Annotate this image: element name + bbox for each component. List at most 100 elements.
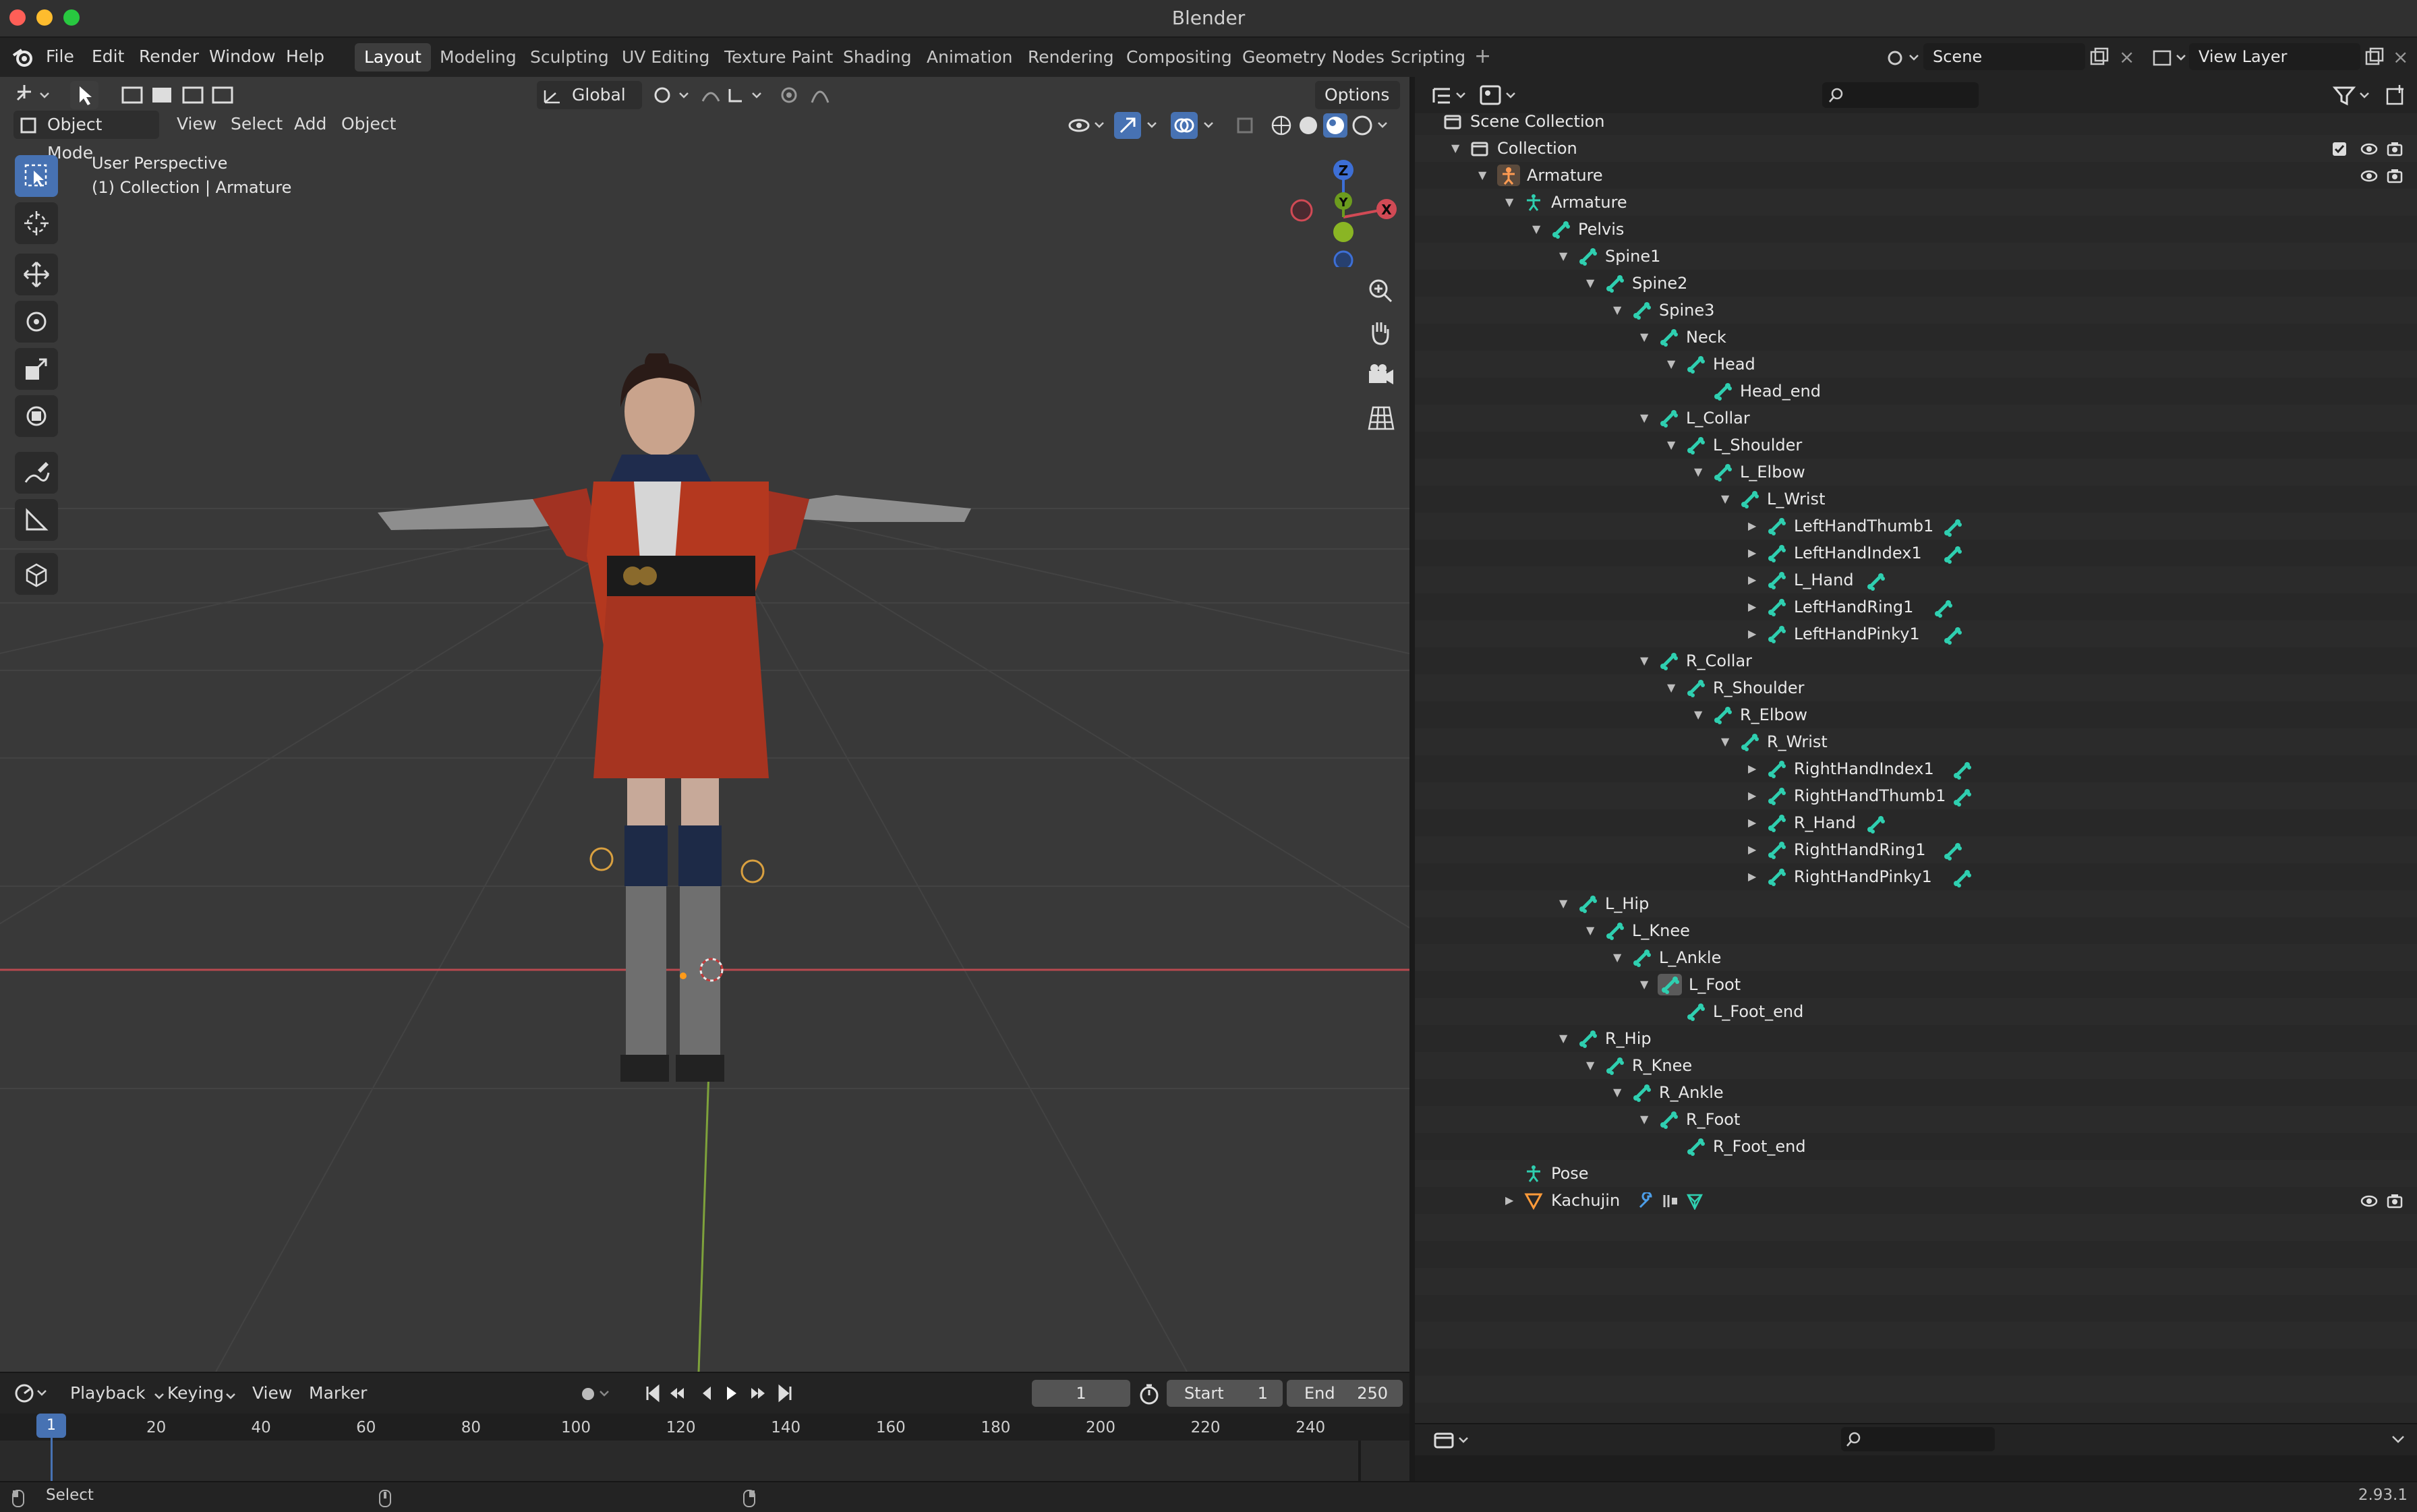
- collapse-arrow-icon[interactable]: ▼: [1478, 162, 1486, 189]
- viewport-menu-add[interactable]: Add: [294, 111, 326, 138]
- outliner-item[interactable]: ▶ RightHandThumb1: [1415, 782, 2417, 809]
- character-model[interactable]: [364, 353, 985, 1095]
- outliner-item[interactable]: ▶ RightHandRing1: [1415, 836, 2417, 863]
- playback-controls[interactable]: [641, 1380, 803, 1407]
- collapse-arrow-icon[interactable]: ▼: [1721, 728, 1729, 755]
- tab-layout[interactable]: Layout: [355, 43, 431, 71]
- navigation-gizmo[interactable]: Z X Y: [1279, 152, 1400, 267]
- outliner-tree[interactable]: Scene Collection ▼ Collection ▼ Armature ▼ Arm…: [1415, 108, 2417, 1423]
- collapse-arrow-icon[interactable]: ▼: [1640, 405, 1648, 432]
- display-mode-icon[interactable]: [1480, 84, 1523, 108]
- tab-rendering[interactable]: Rendering: [1018, 43, 1124, 71]
- tab-sculpting[interactable]: Sculpting: [521, 43, 618, 71]
- expand-arrow-icon[interactable]: ▶: [1748, 620, 1756, 647]
- properties-search-input[interactable]: [1841, 1427, 1995, 1451]
- select-box-tool[interactable]: [15, 155, 58, 197]
- outliner-item[interactable]: ▼ L_Hip: [1415, 890, 2417, 917]
- outliner-item[interactable]: ▶ LeftHandIndex1: [1415, 540, 2417, 566]
- outliner-item[interactable]: ▼ L_Foot: [1415, 971, 2417, 998]
- timeline-menu-view[interactable]: View: [252, 1380, 292, 1407]
- collapse-arrow-icon[interactable]: ▼: [1640, 1106, 1648, 1133]
- collapse-arrow-icon[interactable]: ▼: [1532, 216, 1540, 243]
- view-layer-name-field[interactable]: View Layer: [2189, 43, 2360, 70]
- render-camera-icon[interactable]: [2386, 140, 2404, 158]
- expand-arrow-icon[interactable]: ▶: [1748, 566, 1756, 593]
- tab-texture-paint[interactable]: Texture Paint: [715, 43, 842, 71]
- outliner-item[interactable]: L_Foot_end: [1415, 998, 2417, 1025]
- outliner-item[interactable]: ▼ R_Hip: [1415, 1025, 2417, 1052]
- tab-compositing[interactable]: Compositing: [1117, 43, 1242, 71]
- area-divider[interactable]: [1409, 77, 1415, 1481]
- collapse-arrow-icon[interactable]: ▼: [1694, 701, 1702, 728]
- gizmos-icon[interactable]: [1114, 112, 1161, 139]
- collapse-arrow-icon[interactable]: ▼: [1667, 432, 1675, 459]
- zoom-icon[interactable]: [1365, 275, 1397, 310]
- pivot-point-icon[interactable]: [650, 81, 697, 109]
- menu-window[interactable]: Window: [209, 43, 276, 70]
- outliner-item[interactable]: ▶ RightHandIndex1: [1415, 755, 2417, 782]
- outliner-item[interactable]: ▼ Armature: [1415, 162, 2417, 189]
- collapse-arrow-icon[interactable]: ▼: [1721, 486, 1729, 513]
- outliner-item[interactable]: Pose: [1415, 1160, 2417, 1187]
- render-camera-icon[interactable]: [2386, 167, 2404, 185]
- collapse-arrow-icon[interactable]: ▼: [1613, 944, 1621, 971]
- properties-editor-type-icon[interactable]: [1434, 1430, 1474, 1451]
- tab-modeling[interactable]: Modeling: [430, 43, 526, 71]
- visibility-eye-icon[interactable]: [2360, 1192, 2378, 1210]
- outliner-item[interactable]: ▼ R_Knee: [1415, 1052, 2417, 1079]
- collapse-arrow-icon[interactable]: ▼: [1667, 674, 1675, 701]
- timeline-editor-type-icon[interactable]: [12, 1380, 53, 1407]
- cursor-tool[interactable]: [15, 202, 58, 244]
- expand-arrow-icon[interactable]: ▶: [1748, 782, 1756, 809]
- outliner-item[interactable]: ▼ L_Knee: [1415, 917, 2417, 944]
- menu-render[interactable]: Render: [139, 43, 199, 70]
- collapse-arrow-icon[interactable]: ▼: [1586, 1052, 1594, 1079]
- collapse-arrow-icon[interactable]: ▼: [1694, 459, 1702, 486]
- collapse-arrow-icon[interactable]: ▼: [1451, 135, 1459, 162]
- collapse-arrow-icon[interactable]: ▼: [1586, 917, 1594, 944]
- expand-arrow-icon[interactable]: ▶: [1748, 755, 1756, 782]
- menu-help[interactable]: Help: [286, 43, 324, 70]
- viewport-menu-select[interactable]: Select: [231, 111, 283, 138]
- scene-name-field[interactable]: Scene: [1923, 43, 2085, 70]
- add-workspace-icon[interactable]: +: [1474, 43, 1491, 70]
- preview-range-icon[interactable]: [1137, 1383, 1161, 1408]
- tab-scripting[interactable]: Scripting: [1381, 43, 1475, 71]
- snap-icon[interactable]: [699, 81, 769, 109]
- outliner-item[interactable]: ▶ LeftHandRing1: [1415, 593, 2417, 620]
- outliner-item[interactable]: ▶ LeftHandThumb1: [1415, 513, 2417, 540]
- xray-icon[interactable]: [1235, 112, 1256, 139]
- outliner-item[interactable]: ▼ Head: [1415, 351, 2417, 378]
- collapse-arrow-icon[interactable]: ▼: [1586, 270, 1594, 297]
- collapse-arrow-icon[interactable]: ▼: [1559, 890, 1567, 917]
- outliner-item[interactable]: ▼ Spine1: [1415, 243, 2417, 270]
- overlays-icon[interactable]: [1171, 112, 1218, 139]
- outliner-item[interactable]: ▼ R_Foot: [1415, 1106, 2417, 1133]
- collapse-arrow-icon[interactable]: ▼: [1640, 971, 1648, 998]
- tab-geometry-nodes[interactable]: Geometry Nodes: [1233, 43, 1394, 71]
- outliner-item[interactable]: ▼ L_Shoulder: [1415, 432, 2417, 459]
- outliner-item[interactable]: ▼ L_Wrist: [1415, 486, 2417, 513]
- outliner-editor-type-icon[interactable]: [1431, 84, 1472, 108]
- outliner-item[interactable]: ▼ L_Collar: [1415, 405, 2417, 432]
- outliner-item[interactable]: ▼ R_Wrist: [1415, 728, 2417, 755]
- outliner-item[interactable]: ▶ LeftHandPinky1: [1415, 620, 2417, 647]
- outliner-item[interactable]: ▶ R_Hand: [1415, 809, 2417, 836]
- select-tool-mode-icon[interactable]: [70, 81, 98, 109]
- outliner-item[interactable]: ▼ Collection: [1415, 135, 2417, 162]
- playhead[interactable]: 1: [36, 1414, 66, 1438]
- 3d-cursor-icon[interactable]: [695, 954, 728, 987]
- annotate-tool[interactable]: [15, 452, 58, 494]
- delete-view-layer-icon[interactable]: ×: [2393, 46, 2408, 68]
- outliner-item[interactable]: ▶ Kachujin: [1415, 1187, 2417, 1214]
- collapse-arrow-icon[interactable]: ▼: [1613, 1079, 1621, 1106]
- collapse-arrow-icon[interactable]: ▼: [1505, 189, 1513, 216]
- properties-chevron-icon[interactable]: [2390, 1434, 2406, 1449]
- exclude-checkbox-icon[interactable]: [2331, 140, 2348, 158]
- view-layer-browse-icon[interactable]: [2150, 45, 2188, 71]
- vertex-groups-icon[interactable]: [1662, 1192, 1679, 1210]
- expand-arrow-icon[interactable]: ▶: [1748, 809, 1756, 836]
- 3d-viewport[interactable]: Global Options Object Mode View Select A…: [0, 77, 1409, 1372]
- collapse-arrow-icon[interactable]: ▼: [1613, 297, 1621, 324]
- tab-uv-editing[interactable]: UV Editing: [612, 43, 719, 71]
